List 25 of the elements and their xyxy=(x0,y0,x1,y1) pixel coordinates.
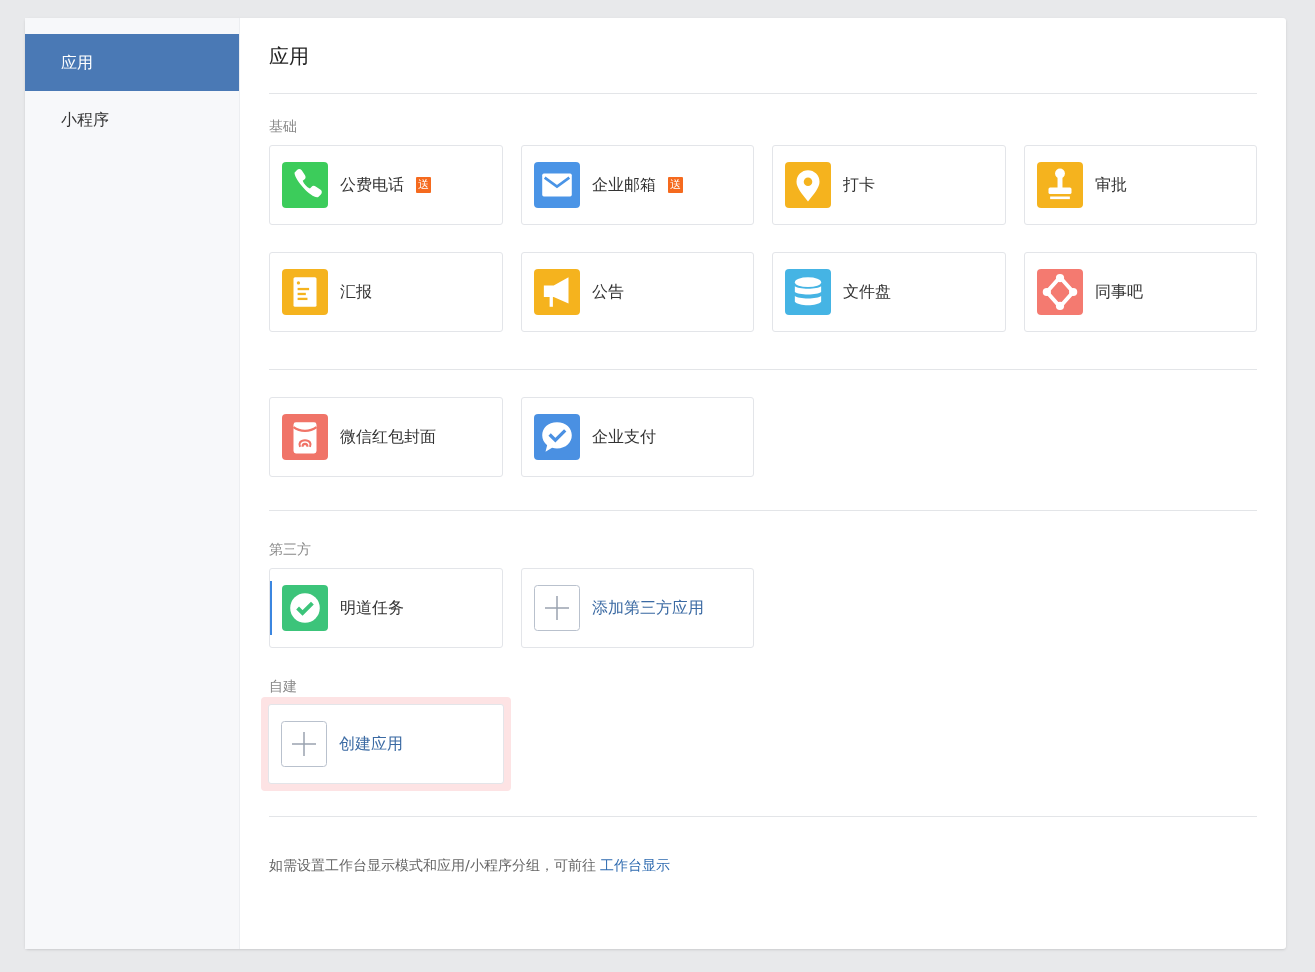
app-card[interactable]: 审批 xyxy=(1023,145,1257,225)
section-heading: 自建 xyxy=(269,677,298,696)
footer-note: 如需设置工作台显示模式和应用/小程序分组，可前往 工作台显示 xyxy=(269,856,672,875)
section-heading: 第三方 xyxy=(269,540,312,559)
app-card[interactable]: 打卡 xyxy=(772,145,1006,225)
app-card[interactable]: 企业邮箱 送 xyxy=(520,145,754,225)
app-card[interactable]: 公费电话 送 xyxy=(269,145,503,225)
app-card[interactable]: 微信红包封面 xyxy=(269,397,503,477)
app-card[interactable]: 同事吧 xyxy=(1023,252,1257,332)
gift-badge: 送 xyxy=(416,177,431,193)
section-heading: 基础 xyxy=(269,117,298,136)
app-card[interactable]: 汇报 xyxy=(269,252,503,332)
app-card[interactable]: 添加第三方应用 xyxy=(520,568,754,648)
page-title: 应用 xyxy=(269,18,1257,94)
gift-badge: 送 xyxy=(667,177,683,193)
plus-icon xyxy=(281,721,327,767)
app-card[interactable]: 明道任务 xyxy=(269,568,503,648)
sidebar-item[interactable]: 应用 xyxy=(25,34,239,91)
app-card[interactable]: 公告 xyxy=(520,252,754,332)
app-card[interactable]: 文件盘 xyxy=(772,252,1006,332)
app-card[interactable]: 创建应用 xyxy=(268,704,504,784)
plus-icon xyxy=(533,585,580,631)
sidebar-item[interactable]: 小程序 xyxy=(25,91,239,148)
workbench-display-link[interactable]: 工作台显示 xyxy=(600,857,671,873)
app-card[interactable]: 企业支付 xyxy=(520,397,754,477)
